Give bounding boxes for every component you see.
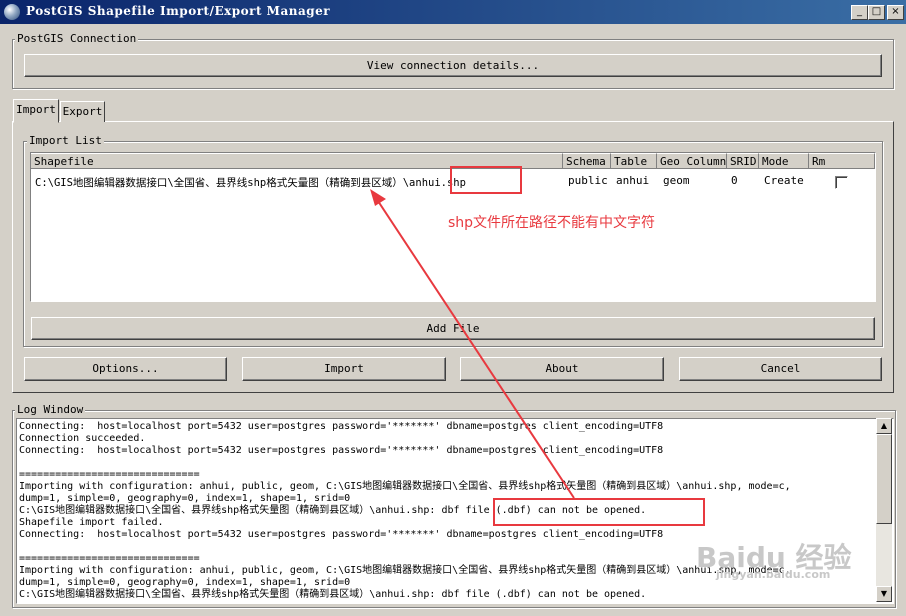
annotation-arrow xyxy=(370,189,575,499)
tab-import[interactable]: Import xyxy=(13,99,59,123)
